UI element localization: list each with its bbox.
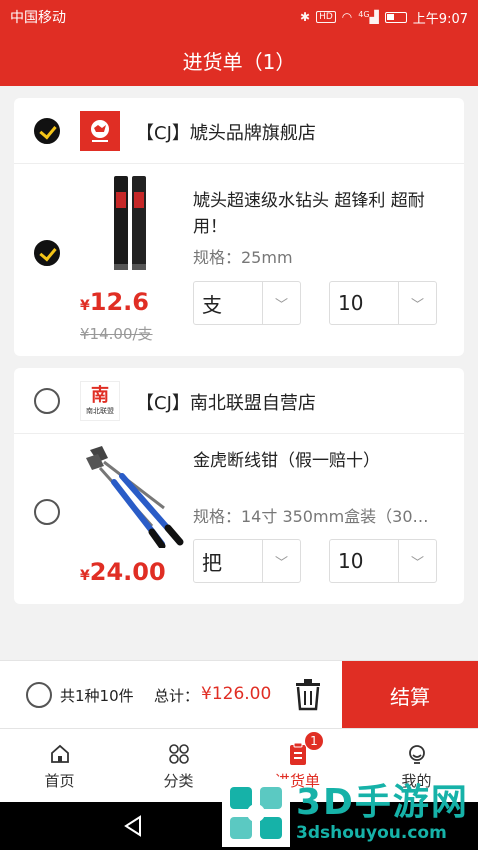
clock-label: 上午9:07 — [412, 11, 468, 27]
tab-label: 首页 — [44, 771, 75, 790]
tiger-logo-icon — [91, 120, 109, 142]
product-checkbox[interactable] — [34, 499, 60, 525]
tab-home[interactable]: 首页 — [0, 729, 119, 803]
carrier-label: 中国移动 — [10, 10, 66, 26]
bolt-cutter-image — [86, 446, 184, 550]
wifi-icon: ◠ — [341, 10, 353, 24]
select-all-checkbox[interactable] — [26, 682, 52, 708]
page-header: 进货单（1） — [0, 34, 478, 86]
currency-symbol: ¥ — [80, 568, 90, 584]
category-icon — [168, 742, 190, 766]
watermark-url: 3dshouyou.com — [296, 823, 447, 843]
home-icon — [49, 742, 71, 766]
original-price: ¥14.00/支 — [80, 325, 153, 343]
quantity-value: 10 — [338, 291, 364, 315]
price-value: 24.00 — [89, 558, 166, 586]
product-image[interactable] — [82, 444, 186, 550]
hd-icon: HD — [316, 11, 336, 23]
tab-label: 分类 — [163, 771, 194, 790]
price-value: 12.6 — [89, 288, 149, 316]
store-name[interactable]: 【CJ】虓头品牌旗舰店 — [136, 119, 316, 145]
unit-value: 支 — [202, 292, 222, 317]
network-label: 4G — [358, 10, 370, 19]
product-checkbox[interactable] — [34, 240, 60, 266]
currency-symbol: ¥ — [80, 298, 90, 314]
store-logo-glyph: 南 — [91, 385, 109, 406]
watermark: 3D手游网 3dshouyou.com — [222, 776, 478, 850]
page-title: 进货单（1） — [182, 49, 296, 74]
store-logo — [80, 111, 120, 151]
store-header: 南 南北联盟 【CJ】南北联盟自营店 — [14, 368, 464, 434]
store-header: 【CJ】虓头品牌旗舰店 — [14, 98, 464, 164]
user-icon — [406, 742, 428, 766]
store-card: 南 南北联盟 【CJ】南北联盟自营店 金虎断线钳（假一赔十） 规格：14寸 35… — [14, 368, 464, 604]
total-value: ¥126.00 — [201, 684, 272, 704]
watermark-title: 3D手游网 — [296, 782, 469, 823]
status-icons: ✱ HD ◠ 4G▟ 上午9:07 — [300, 8, 468, 27]
back-icon[interactable] — [122, 814, 146, 838]
signal-icon: 4G▟ — [358, 10, 379, 24]
tab-category[interactable]: 分类 — [119, 729, 238, 803]
unit-value: 把 — [202, 550, 222, 575]
total-label: 总计： — [154, 687, 200, 705]
watermark-text: 3D手游网 3dshouyou.com — [296, 782, 469, 844]
drill-bit-image — [114, 176, 146, 270]
product-name[interactable]: 虓头超速级水钻头 超锋利 超耐用！ — [193, 188, 453, 240]
store-logo-caption: 南北联盟 — [86, 407, 114, 415]
store-card: 【CJ】虓头品牌旗舰店 虓头超速级水钻头 超锋利 超耐用！ 规格：25mm ¥1… — [14, 98, 464, 356]
product-spec: 规格：25mm — [193, 248, 293, 267]
quantity-select[interactable]: 10 ﹀ — [329, 539, 437, 583]
cart-count-badge: 1 — [304, 731, 324, 751]
quantity-select[interactable]: 10 ﹀ — [329, 281, 437, 325]
product-price: ¥24.00 — [80, 558, 166, 586]
item-count: 共1种10件 — [60, 687, 134, 705]
status-bar: 中国移动 ✱ HD ◠ 4G▟ 上午9:07 — [0, 0, 478, 34]
store-name[interactable]: 【CJ】南北联盟自营店 — [136, 389, 316, 415]
product-name[interactable]: 金虎断线钳（假一赔十） — [193, 448, 453, 474]
checkout-bar: 共1种10件 总计： ¥126.00 结算 — [0, 660, 478, 729]
chevron-down-icon[interactable]: ﹀ — [262, 540, 300, 582]
quantity-value: 10 — [338, 549, 364, 573]
product-spec: 规格：14寸 350mm盒装（30… — [193, 507, 429, 526]
store-checkbox[interactable] — [34, 118, 60, 144]
store-checkbox[interactable] — [34, 388, 60, 414]
bluetooth-icon: ✱ — [300, 10, 311, 24]
watermark-logo-icon — [222, 779, 290, 847]
chevron-down-icon[interactable]: ﹀ — [398, 282, 436, 324]
store-logo: 南 南北联盟 — [80, 381, 120, 421]
unit-select[interactable]: 支 ﹀ — [193, 281, 301, 325]
product-price: ¥12.6 — [80, 288, 149, 316]
checkout-button[interactable]: 结算 — [342, 661, 478, 729]
unit-select[interactable]: 把 ﹀ — [193, 539, 301, 583]
trash-icon[interactable] — [294, 679, 322, 711]
chevron-down-icon[interactable]: ﹀ — [262, 282, 300, 324]
product-image[interactable] — [96, 172, 176, 276]
chevron-down-icon[interactable]: ﹀ — [398, 540, 436, 582]
battery-icon — [384, 11, 407, 23]
